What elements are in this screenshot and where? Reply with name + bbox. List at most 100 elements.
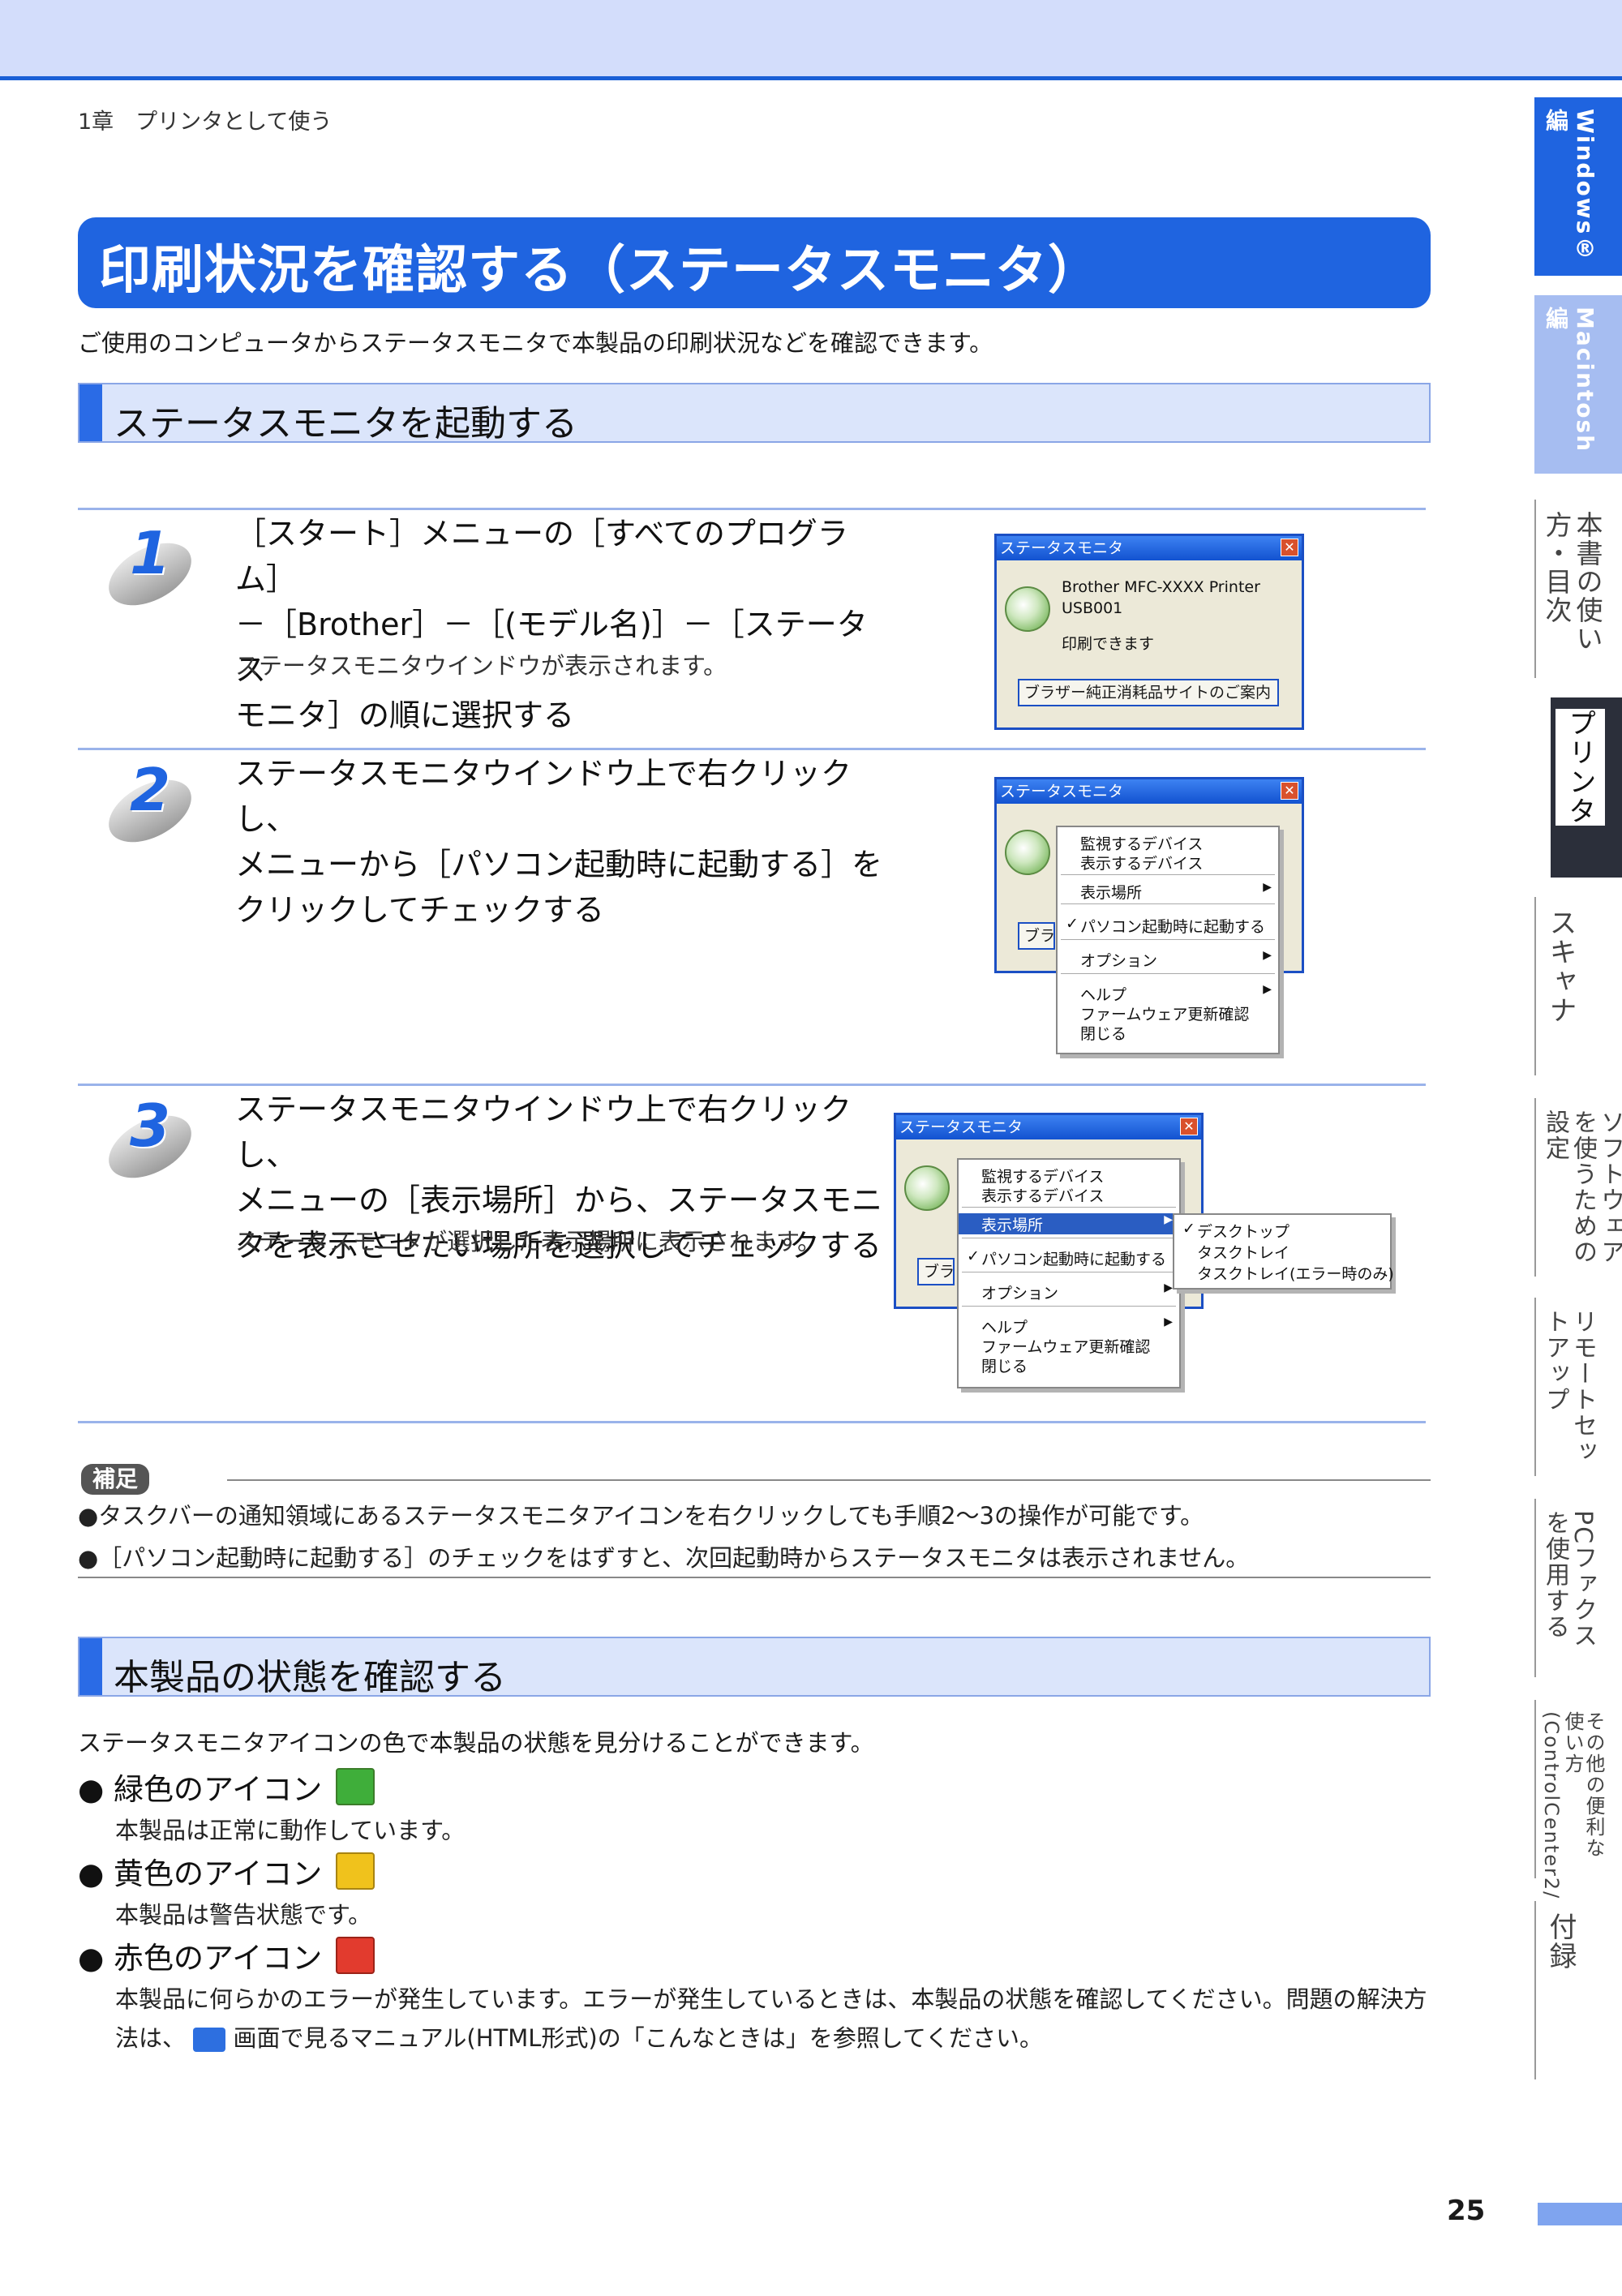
note-divider — [227, 1479, 1431, 1481]
step-line: ステータスモニタウインドウ上で右クリックし、 — [235, 756, 852, 837]
printer-status-icon — [1005, 586, 1050, 632]
note-line: ●タスクバーの通知領域にあるステータスモニタアイコンを右クリックしても手順2～3… — [78, 1502, 1204, 1530]
step-1-note: ステータスモニタウインドウが表示されます。 — [235, 652, 727, 680]
menu-item-help[interactable]: ヘルプ ▶ — [1058, 983, 1278, 1005]
device-port: USB001 — [1062, 599, 1123, 617]
page-number: 25 — [1447, 2195, 1486, 2227]
yellow-printer-icon — [336, 1852, 375, 1890]
page-title: 印刷状況を確認する（ステータスモニタ） — [99, 241, 1101, 301]
supplies-site-button[interactable]: ブラザー純正消耗品サイトのご案内 — [1018, 679, 1279, 706]
printer-status-icon — [904, 1165, 950, 1211]
display-location-submenu[interactable]: ✓ デスクトップ タスクトレイ タスクトレイ(エラー時のみ) — [1173, 1213, 1394, 1290]
side-tab-software-settings[interactable]: ソフトウェアを使うための設定 — [1534, 1098, 1622, 1277]
manual-icon — [193, 2028, 226, 2052]
section-header-status: 本製品の状態を確認する — [78, 1637, 1431, 1698]
section-title: 本製品の状態を確認する — [114, 1657, 506, 1698]
status-yellow-desc: 本製品は警告状態です。 — [115, 1901, 372, 1929]
breadcrumb: 1章 プリンタとして使う — [78, 109, 333, 135]
supplies-site-button[interactable]: ブラ — [917, 1258, 955, 1285]
window-title: ステータスモニタ — [1000, 539, 1124, 557]
menu-item-monitor-device[interactable]: 監視するデバイス — [1058, 832, 1278, 854]
submenu-item-tasktray[interactable]: タスクトレイ — [1174, 1241, 1390, 1263]
submenu-arrow-icon: ▶ — [1263, 983, 1272, 996]
window-title: ステータスモニタ — [1000, 783, 1124, 800]
supplies-site-button[interactable]: ブラ — [1018, 922, 1055, 950]
window-title: ステータスモニタ — [899, 1118, 1023, 1136]
section-intro: ステータスモニタアイコンの色で本製品の状態を見分けることができます。 — [78, 1729, 874, 1757]
menu-item-display-device[interactable]: 表示するデバイス — [1058, 852, 1278, 873]
menu-item-help[interactable]: ヘルプ ▶ — [959, 1315, 1179, 1337]
close-icon[interactable]: ✕ — [1180, 1118, 1198, 1135]
step-divider — [78, 1084, 1426, 1086]
menu-item-close[interactable]: 閉じる — [1058, 1022, 1278, 1044]
menu-item-launch-at-startup[interactable]: ✓ パソコン起動時に起動する — [1058, 915, 1278, 937]
submenu-item-tasktray-error[interactable]: タスクトレイ(エラー時のみ) — [1174, 1262, 1394, 1284]
red-printer-icon — [336, 1937, 375, 1974]
step-line: メニューの［表示場所］から、ステータスモニ — [235, 1182, 883, 1218]
check-icon: ✓ — [967, 1247, 980, 1265]
menu-item-firmware-check[interactable]: ファームウェア更新確認 — [959, 1335, 1179, 1357]
step-line: ［スタート］メニューの［すべてのプログラム］ — [235, 516, 848, 597]
step-number-badge: 1 — [97, 519, 202, 619]
menu-item-launch-at-startup[interactable]: ✓ パソコン起動時に起動する — [959, 1247, 1179, 1269]
submenu-arrow-icon: ▶ — [1164, 1213, 1173, 1226]
check-icon: ✓ — [1066, 915, 1079, 933]
menu-item-display-location[interactable]: 表示場所 ▶ — [1058, 881, 1278, 903]
status-red-desc-line2: 法は、 画面で見るマニュアル(HTML形式)の「こんなときは」を参照してください… — [115, 2024, 1044, 2052]
step-line: メニューから［パソコン起動時に起動する］を — [235, 847, 883, 882]
top-band — [0, 0, 1622, 80]
side-tab-printer[interactable]: プリンタ — [1534, 697, 1622, 878]
page-number-bar — [1538, 2203, 1622, 2225]
menu-item-options[interactable]: オプション ▶ — [1058, 949, 1278, 971]
submenu-arrow-icon: ▶ — [1263, 949, 1272, 962]
step-line: クリックしてチェックする — [235, 892, 604, 928]
step-line: モニタ］の順に選択する — [235, 697, 575, 733]
menu-item-display-location[interactable]: 表示場所 ▶ — [959, 1213, 1179, 1234]
device-status: 印刷できます — [1062, 635, 1155, 653]
step-divider — [78, 1421, 1426, 1423]
status-red-heading: ● 赤色のアイコン — [78, 1941, 323, 1976]
step-divider — [78, 508, 1426, 510]
side-tab-pc-fax[interactable]: PCファクスを使用する — [1534, 1499, 1622, 1677]
submenu-arrow-icon: ▶ — [1263, 881, 1272, 894]
submenu-arrow-icon: ▶ — [1164, 1315, 1173, 1328]
side-tab-scanner[interactable]: スキャナ — [1534, 897, 1622, 1075]
submenu-item-desktop[interactable]: ✓ デスクトップ — [1174, 1220, 1390, 1242]
note-line: ●［パソコン起動時に起動する］のチェックをはずすと、次回起動時からステータスモニ… — [78, 1544, 1250, 1572]
section-header-start: ステータスモニタを起動する — [78, 383, 1431, 444]
side-tab-remote-setup[interactable]: リモートセットアップ — [1534, 1298, 1622, 1476]
context-menu[interactable]: 監視するデバイス 表示するデバイス 表示場所 ▶ ✓ パソコン起動時に起動する オプ… — [957, 1158, 1181, 1388]
side-tab-contents[interactable]: 本書の使い方・目次 — [1534, 500, 1622, 678]
check-icon: ✓ — [1182, 1220, 1195, 1238]
section-title: ステータスモニタを起動する — [114, 403, 577, 444]
menu-item-firmware-check[interactable]: ファームウェア更新確認 — [1058, 1002, 1278, 1024]
printer-status-icon — [1005, 830, 1050, 875]
status-monitor-window[interactable]: ステータスモニタ ✕ Brother MFC-XXXX Printer USB0… — [994, 534, 1304, 730]
step-number-badge: 3 — [97, 1092, 202, 1191]
side-tab-other-features[interactable]: その他の便利な使い方(ControlCenter2/3) — [1534, 1700, 1622, 1923]
step-number-badge: 2 — [97, 756, 202, 856]
status-green-desc: 本製品は正常に動作しています。 — [115, 1817, 466, 1844]
step-2-title: ステータスモニタウインドウ上で右クリックし、 メニューから［パソコン起動時に起動… — [235, 751, 884, 933]
menu-item-close[interactable]: 閉じる — [959, 1354, 1179, 1376]
note-divider — [78, 1577, 1431, 1578]
close-icon[interactable]: ✕ — [1281, 782, 1298, 800]
intro-text: ご使用のコンピュータからステータスモニタで本製品の印刷状況などを確認できます。 — [78, 329, 993, 357]
context-menu[interactable]: 監視するデバイス 表示するデバイス 表示場所 ▶ ✓ パソコン起動時に起動する オプ… — [1056, 826, 1280, 1054]
device-name: Brother MFC-XXXX Printer — [1062, 578, 1260, 596]
menu-item-display-device[interactable]: 表示するデバイス — [959, 1184, 1179, 1206]
submenu-arrow-icon: ▶ — [1164, 1281, 1173, 1294]
step-line: ステータスモニタウインドウ上で右クリックし、 — [235, 1092, 852, 1173]
step-1-title: ［スタート］メニューの［すべてのプログラム］ －［Brother］－［(モデル名… — [235, 511, 884, 738]
status-yellow-heading: ● 黄色のアイコン — [78, 1856, 323, 1891]
status-green-heading: ● 緑色のアイコン — [78, 1772, 323, 1807]
status-red-desc: 本製品に何らかのエラーが発生しています。エラーが発生しているときは、本製品の状態… — [115, 1985, 1427, 2013]
close-icon[interactable]: ✕ — [1281, 539, 1298, 556]
side-tab-windows[interactable]: Windows®編 — [1534, 97, 1622, 276]
side-tab-macintosh[interactable]: Macintosh編 — [1534, 295, 1622, 474]
step-divider — [78, 748, 1426, 750]
menu-item-options[interactable]: オプション ▶ — [959, 1281, 1179, 1303]
green-printer-icon — [336, 1768, 375, 1805]
menu-item-monitor-device[interactable]: 監視するデバイス — [959, 1165, 1179, 1187]
side-tab-appendix[interactable]: 付録 — [1534, 1901, 1622, 2079]
